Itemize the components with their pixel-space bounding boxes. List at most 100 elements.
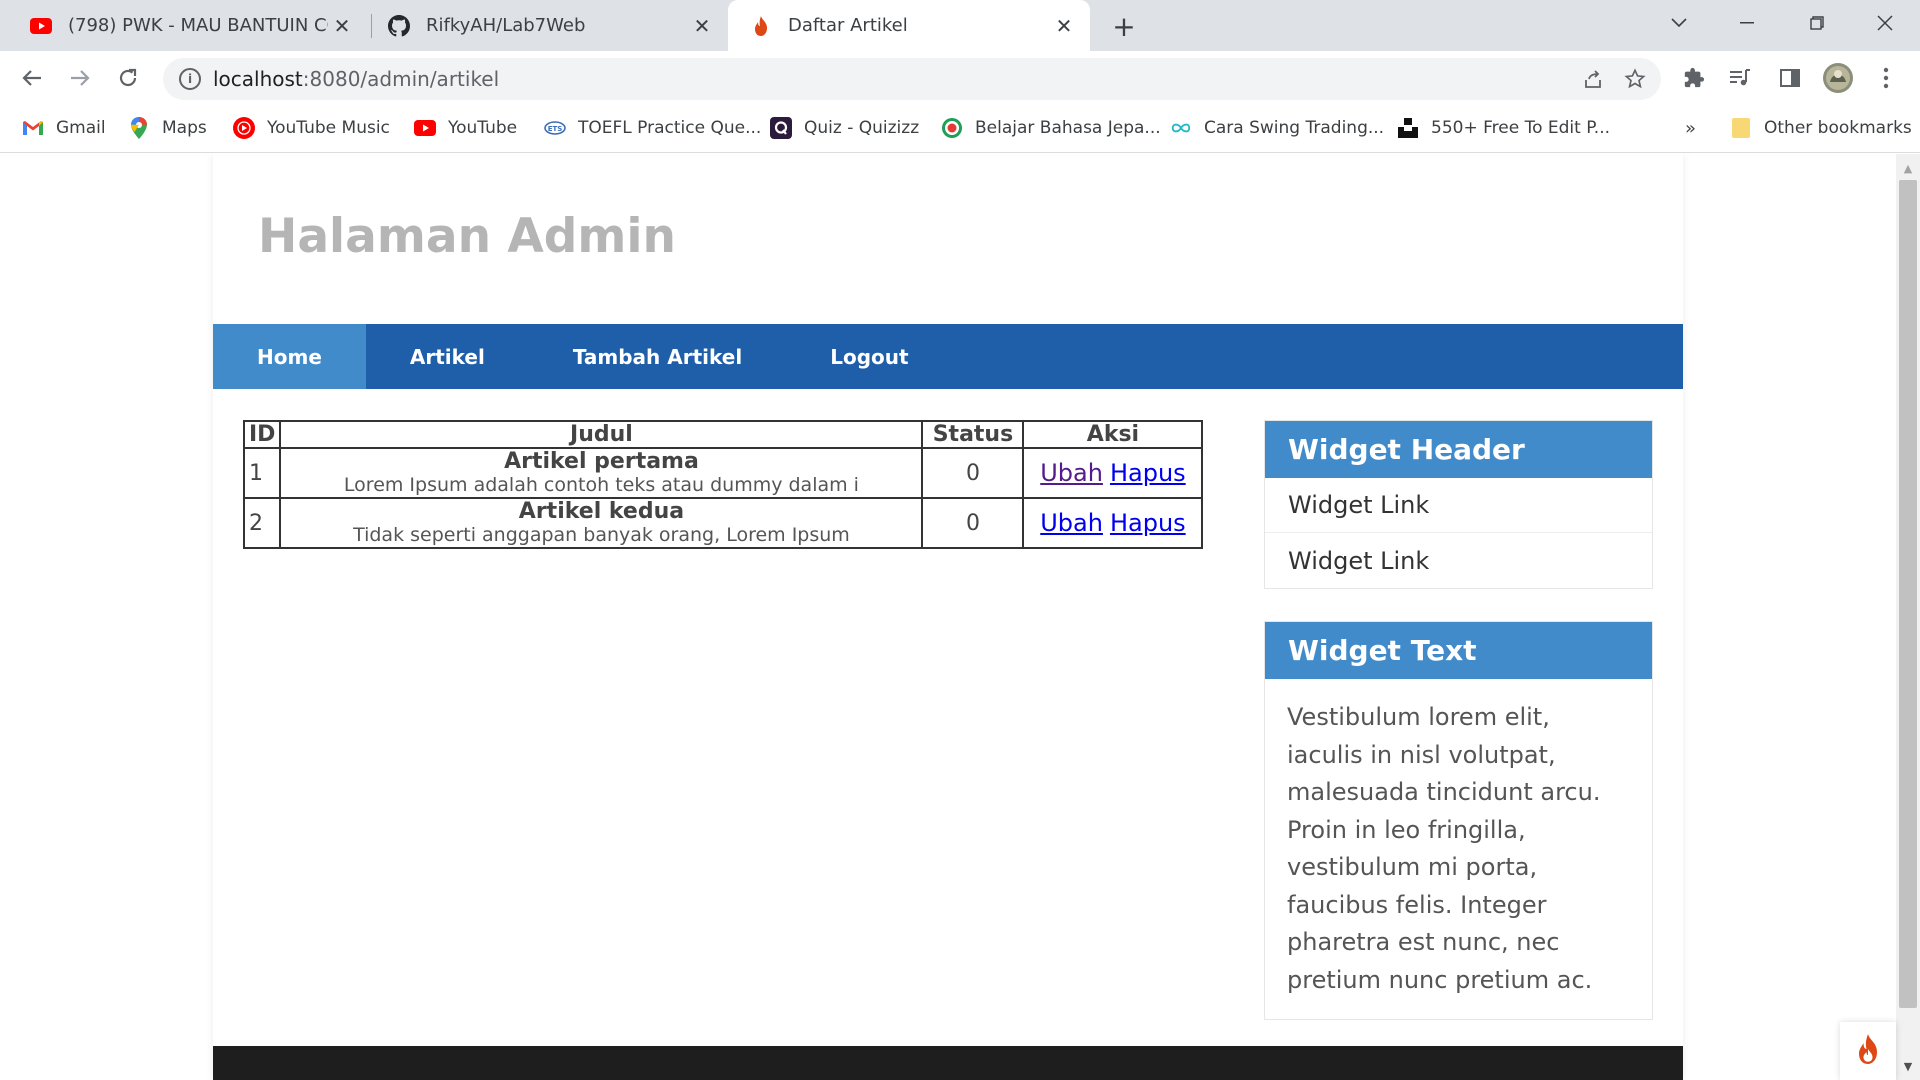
bookmark-youtube-music[interactable]: YouTube Music [233,105,390,151]
artikel-table: ID Judul Status Aksi 1 Artikel pertama L… [242,420,1204,549]
share-icon[interactable] [1573,58,1613,100]
tab-youtube[interactable]: (798) PWK - MAU BANTUIN COM ✕ [0,0,368,51]
bookmark-label: Other bookmarks [1764,118,1912,138]
svg-text:ETS: ETS [548,125,563,133]
cell-aksi: Ubah Hapus [1022,497,1204,549]
infinity-icon [1170,117,1192,139]
tab-strip: (798) PWK - MAU BANTUIN COM ✕ RifkyAH/La… [0,0,1920,51]
cell-status: 0 [921,497,1025,549]
column-header-id: ID [242,420,282,449]
scroll-up-arrow-icon[interactable]: ▲ [1896,158,1920,178]
artikel-title: Artikel kedua [518,499,685,524]
bookmark-maps[interactable]: Maps [128,105,207,151]
url-text: localhost:8080/admin/artikel [213,67,500,91]
maps-icon [128,117,150,139]
extensions-puzzle-icon[interactable] [1676,60,1712,96]
artikel-excerpt: Tidak seperti anggapan banyak orang, Lor… [353,524,850,546]
profile-avatar[interactable] [1820,60,1856,96]
widget-link[interactable]: Widget Link [1265,533,1652,588]
ubah-link[interactable]: Ubah [1040,459,1103,487]
tab-title: Daftar Artikel [788,15,908,36]
bookmark-label: YouTube Music [267,118,390,138]
bookmark-swing-trading[interactable]: Cara Swing Trading... [1170,105,1384,151]
page-container: Halaman Admin Home Artikel Tambah Artike… [213,154,1683,1080]
bookmark-free-to-edit[interactable]: 550+ Free To Edit P... [1397,105,1610,151]
youtube-icon [30,15,52,37]
restore-icon[interactable] [1794,4,1840,42]
nav-tambah-artikel[interactable]: Tambah Artikel [529,324,786,389]
bookmark-label: Maps [162,118,207,138]
widget-header: Widget Text [1265,622,1652,679]
bookmark-label: 550+ Free To Edit P... [1431,118,1611,138]
new-tab-button[interactable]: + [1108,10,1140,43]
table-row: 1 Artikel pertama Lorem Ipsum adalah con… [242,447,1204,499]
forward-arrow-icon[interactable] [62,60,98,96]
ets-icon: ETS [544,117,566,139]
info-icon[interactable]: i [179,68,201,90]
bookmark-quizizz[interactable]: Quiz - Quizizz [770,105,919,151]
close-icon[interactable]: ✕ [328,12,356,40]
quizizz-icon [770,117,792,139]
codeigniter-flame-icon [750,15,772,37]
bookmark-label: Gmail [56,118,106,138]
unsplash-icon [1397,117,1419,139]
widget-text-body: Vestibulum lorem elit, iaculis in nisl v… [1287,703,1601,994]
bookmarks-bar: Gmail Maps YouTube Music YouTube ETS TOE… [0,105,1920,153]
table-header-row: ID Judul Status Aksi [242,420,1204,449]
folder-icon [1730,117,1752,139]
media-control-icon[interactable] [1722,60,1758,96]
widget-text: Widget Text Vestibulum lorem elit, iacul… [1264,621,1653,1020]
bookmark-belajar-bahasa[interactable]: Belajar Bahasa Jepa... [941,105,1161,151]
scroll-thumb[interactable] [1899,180,1917,1008]
bookmark-label: TOEFL Practice Que... [578,118,762,138]
gmail-icon [22,117,44,139]
hapus-link[interactable]: Hapus [1110,459,1186,487]
artikel-excerpt: Lorem Ipsum adalah contoh teks atau dumm… [343,474,859,496]
ubah-link[interactable]: Ubah [1040,509,1103,537]
column-header-status: Status [921,420,1025,449]
page-footer [213,1046,1683,1080]
codeigniter-debug-toolbar-button[interactable] [1840,1022,1896,1080]
bookmark-other-folder[interactable]: Other bookmarks [1730,105,1912,151]
back-arrow-icon[interactable] [14,60,50,96]
tab-github[interactable]: RifkyAH/Lab7Web ✕ [358,0,728,51]
bookmark-label: Cara Swing Trading... [1204,118,1385,138]
close-icon[interactable]: ✕ [1050,12,1078,40]
tab-daftar-artikel[interactable]: Daftar Artikel ✕ [728,0,1090,51]
cell-id: 2 [242,497,282,549]
bookmark-label: YouTube [448,118,518,138]
hapus-link[interactable]: Hapus [1110,509,1186,537]
cell-aksi: Ubah Hapus [1022,447,1204,499]
close-icon[interactable]: ✕ [688,12,716,40]
nav-home[interactable]: Home [213,324,366,389]
bookmark-youtube[interactable]: YouTube [414,105,517,151]
reload-icon[interactable] [110,60,146,96]
bookmark-toefl[interactable]: ETS TOEFL Practice Que... [544,105,761,151]
widget-link[interactable]: Widget Link [1265,478,1652,533]
nav-artikel[interactable]: Artikel [366,324,529,389]
more-vert-icon[interactable] [1868,60,1904,96]
page-scrollbar[interactable]: ▲ ▼ [1896,154,1920,1080]
main-content: ID Judul Status Aksi 1 Artikel pertama L… [242,420,1204,549]
tab-search-chevron-icon[interactable] [1656,4,1702,42]
column-header-aksi: Aksi [1022,420,1204,449]
side-panel-icon[interactable] [1772,60,1808,96]
nav-logout[interactable]: Logout [786,324,952,389]
bookmark-gmail[interactable]: Gmail [22,105,106,151]
cell-id: 1 [242,447,282,499]
scroll-down-arrow-icon[interactable]: ▼ [1896,1056,1920,1076]
site-icon [941,117,963,139]
bookmark-label: Quiz - Quizizz [804,118,920,138]
minimize-icon[interactable] [1724,4,1770,42]
widget-links: Widget Header Widget Link Widget Link [1264,420,1653,589]
overflow-label: » [1685,117,1697,139]
page-viewport: Halaman Admin Home Artikel Tambah Artike… [0,154,1896,1080]
artikel-title: Artikel pertama [504,449,699,474]
star-icon[interactable] [1615,58,1655,100]
bookmarks-overflow-button[interactable]: » [1685,105,1696,151]
window-close-icon[interactable] [1862,4,1908,42]
main-nav: Home Artikel Tambah Artikel Logout [213,324,1683,389]
codeigniter-flame-icon [1856,1034,1880,1068]
github-icon [388,14,410,37]
address-bar[interactable]: i localhost:8080/admin/artikel [163,58,1661,100]
